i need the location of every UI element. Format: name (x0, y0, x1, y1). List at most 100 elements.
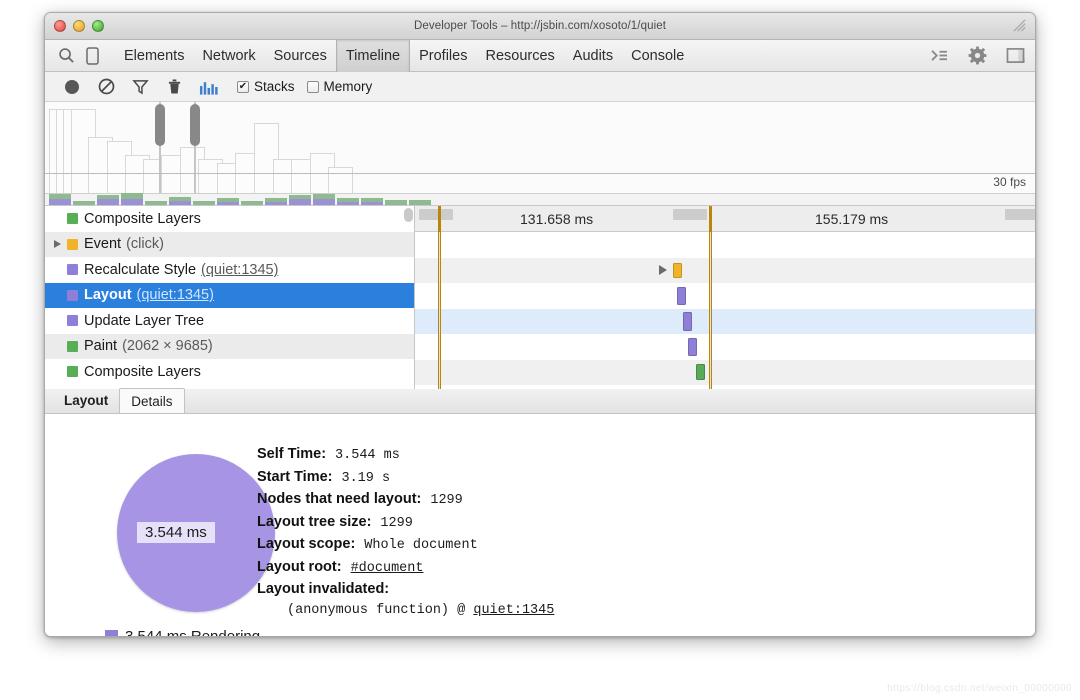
detail-row: Layout scope: Whole document (257, 536, 554, 553)
view-chart-button[interactable] (191, 72, 225, 102)
detail-key: Nodes that need layout: (257, 491, 422, 507)
event-disclosure-triangle-icon[interactable] (659, 264, 667, 275)
tab-profiles[interactable]: Profiles (410, 40, 476, 72)
tree-row-sublabel[interactable]: (quiet:1345) (137, 287, 214, 303)
frame-strip-chip[interactable] (97, 194, 119, 205)
frame-strip-chip[interactable] (337, 194, 359, 205)
timeline-divider-grabber[interactable] (673, 209, 707, 220)
timeline-event-bar[interactable] (688, 337, 697, 356)
timeline-tick-label: 131.658 ms (520, 211, 594, 227)
tree-row-sublabel[interactable]: (quiet:1345) (201, 262, 278, 278)
tab-console[interactable]: Console (622, 40, 693, 72)
tree-row-label: Recalculate Style (84, 261, 197, 278)
zoom-window-button[interactable] (92, 20, 104, 32)
tab-details[interactable]: Details (119, 388, 185, 413)
frame-strip-chip[interactable] (73, 194, 95, 205)
tree-row-indent (51, 263, 65, 277)
tab-timeline[interactable]: Timeline (335, 39, 411, 72)
event-tree[interactable]: Composite Layers Event (click) Recalculate … (45, 206, 415, 389)
timeline-overview[interactable]: 30 fps (45, 102, 1035, 194)
tree-row[interactable]: Update Layer Tree (45, 308, 414, 334)
timeline-divider-grabber[interactable] (1005, 209, 1035, 220)
detail-key: Layout invalidated: (257, 581, 390, 597)
console-drawer-icon[interactable] (927, 44, 951, 68)
panel-tabs: Elements Network Sources Timeline Profil… (115, 39, 693, 72)
detail-value-link[interactable]: #document (351, 561, 424, 576)
stacks-checkbox-box[interactable]: ✔ (237, 80, 249, 93)
frame-strip-chip[interactable] (289, 194, 311, 205)
minimize-window-button[interactable] (73, 20, 85, 32)
timeline-event-bar[interactable] (683, 311, 692, 331)
frame-strip-chip[interactable] (217, 194, 239, 205)
frame-strip-chip[interactable] (313, 194, 335, 205)
detail-tabs: Layout Details (45, 388, 1035, 414)
detail-value: 1299 (380, 515, 413, 531)
tree-row[interactable]: Recalculate Style (quiet:1345) (45, 257, 414, 283)
frame-strip-chip[interactable] (169, 194, 191, 205)
disclosure-triangle-icon[interactable] (51, 237, 65, 251)
stacks-checkbox[interactable]: ✔ Stacks (237, 79, 295, 94)
tab-resources[interactable]: Resources (476, 40, 563, 72)
timeline-event-bar[interactable] (673, 262, 682, 278)
timeline-ruler[interactable]: 131.658 ms 155.179 ms (415, 206, 1035, 232)
frame-strip-chip[interactable] (241, 194, 263, 205)
tree-row-label: Layout (84, 287, 132, 304)
tree-row[interactable]: Composite Layers (45, 206, 414, 232)
overview-frame-strip[interactable] (45, 193, 1035, 206)
timeline-event-bar[interactable] (696, 364, 705, 380)
close-window-button[interactable] (54, 20, 66, 32)
garbage-collect-button[interactable] (157, 72, 191, 102)
window-traffic-lights[interactable] (54, 20, 104, 32)
record-button[interactable] (55, 72, 89, 102)
tab-layout[interactable]: Layout (53, 388, 119, 413)
invalidation-stack-link[interactable]: quiet:1345 (473, 603, 554, 618)
overview-frame-bars (45, 102, 1035, 193)
tree-row[interactable]: Layout (quiet:1345) (45, 282, 414, 308)
timeline-lane (415, 308, 1035, 334)
frame-strip-chip[interactable] (193, 194, 215, 205)
frame-strip-chip[interactable] (265, 194, 287, 205)
fps-baseline (45, 173, 1035, 174)
overview-long-frame-marker (190, 104, 200, 146)
overview-frame-bar (328, 167, 353, 193)
detail-key: Layout scope: (257, 536, 356, 552)
frame-strip-chip[interactable] (121, 193, 143, 205)
timeline-divider-grabber[interactable] (419, 209, 453, 220)
tree-row[interactable]: Composite Layers (45, 359, 414, 385)
memory-checkbox[interactable]: Memory (306, 79, 372, 94)
tree-row[interactable]: Paint (2062 × 9685) (45, 333, 414, 359)
frame-strip-chip[interactable] (409, 194, 431, 205)
frame-strip-chip[interactable] (145, 194, 167, 205)
frame-strip-chip[interactable] (361, 194, 383, 205)
tree-row-indent (51, 288, 65, 302)
detail-key: Layout tree size: (257, 513, 372, 530)
resize-corner-icon[interactable] (1012, 18, 1027, 33)
event-category-swatch (67, 289, 78, 301)
tab-sources[interactable]: Sources (265, 40, 336, 72)
event-category-swatch (67, 264, 78, 276)
event-category-swatch (67, 366, 78, 378)
frame-strip-chip[interactable] (385, 194, 407, 205)
tree-row-indent (51, 365, 65, 379)
tree-row[interactable]: Event (click) (45, 231, 414, 257)
device-mode-icon[interactable] (79, 44, 105, 68)
layout-details-list: Self Time: 3.544 ms Start Time: 3.19 s Nodes… (257, 446, 554, 618)
settings-gear-icon[interactable] (965, 44, 989, 68)
timeline-pane[interactable]: 131.658 ms 155.179 ms (415, 206, 1035, 389)
detail-value: 3.19 s (341, 470, 391, 486)
clear-button[interactable] (89, 72, 123, 102)
tab-network[interactable]: Network (193, 40, 264, 72)
search-icon[interactable] (53, 44, 79, 68)
timeline-event-bar[interactable] (677, 286, 686, 305)
tab-audits[interactable]: Audits (564, 40, 622, 72)
frame-strip-chip[interactable] (49, 194, 71, 205)
timeline-lane (415, 283, 1035, 309)
filter-button[interactable] (123, 72, 157, 102)
detail-value: Whole document (364, 538, 478, 553)
pie-center-label: 3.544 ms (137, 522, 215, 543)
memory-checkbox-box[interactable] (306, 80, 319, 93)
tree-row-label: Update Layer Tree (84, 312, 205, 329)
tab-elements[interactable]: Elements (115, 40, 193, 72)
detail-key: Start Time: (257, 468, 333, 485)
dock-side-icon[interactable] (1003, 44, 1027, 68)
